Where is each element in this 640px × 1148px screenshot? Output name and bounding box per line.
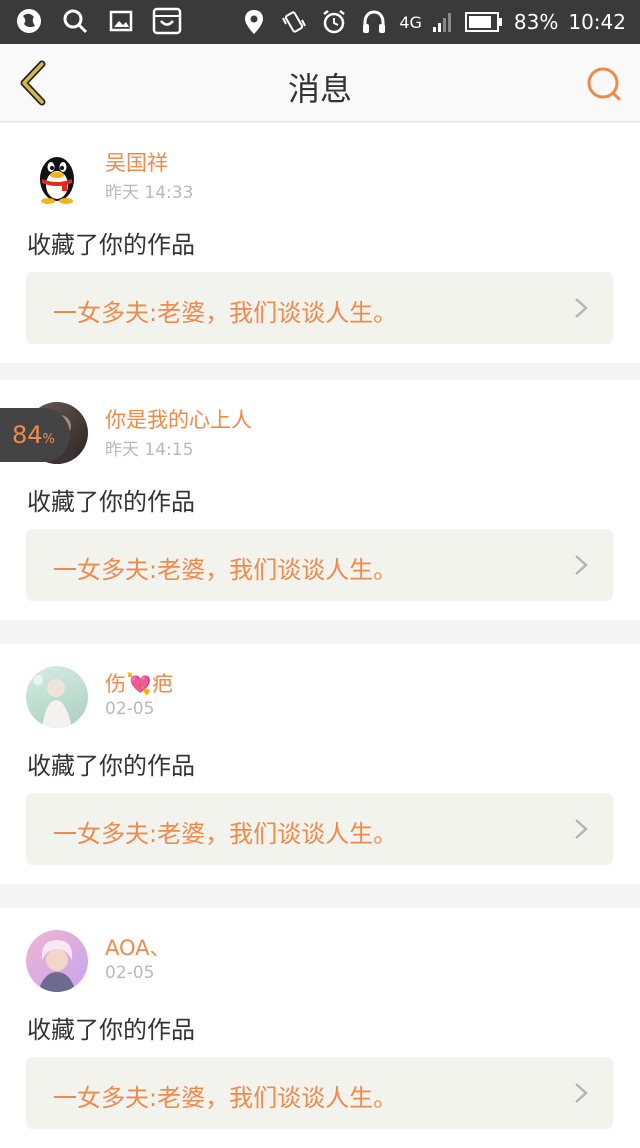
message-time: 02-05 [105, 963, 155, 983]
qq-penguin-icon [40, 157, 74, 204]
search-button[interactable] [584, 64, 624, 104]
user-name[interactable]: 你是我的心上人 [105, 404, 252, 434]
message-action: 收藏了你的作品 [27, 1016, 195, 1044]
user-name[interactable]: 吴国祥 [105, 147, 168, 177]
badge-percent-sign: % [42, 431, 55, 447]
status-bar: 4G 83% 10:42 [0, 0, 640, 44]
nav-header: 消息 [0, 44, 640, 122]
message-card: AOA、 02-05 收藏了你的作品 一女多夫:老婆，我们谈谈人生。 [0, 908, 640, 1148]
user-photo-icon [38, 940, 76, 992]
signal-icon [432, 7, 454, 37]
work-link[interactable]: 一女多夫:老婆，我们谈谈人生。 [26, 529, 613, 601]
message-time: 昨天 14:15 [105, 440, 194, 460]
badge-percent: 84 [12, 421, 43, 449]
work-title: 一女多夫:老婆，我们谈谈人生。 [53, 820, 398, 848]
message-action: 收藏了你的作品 [27, 231, 195, 259]
message-action: 收藏了你的作品 [27, 752, 195, 780]
page-title: 消息 [287, 70, 352, 108]
avatar[interactable] [26, 930, 88, 992]
floating-percent-badge[interactable]: 84% [0, 408, 70, 462]
work-link[interactable]: 一女多夫:老婆，我们谈谈人生。 [26, 272, 613, 344]
battery-icon [464, 7, 504, 37]
chevron-right-icon [575, 298, 588, 318]
chevron-right-icon [575, 555, 588, 575]
user-name[interactable]: AOA、 [105, 932, 171, 962]
search-icon [60, 6, 90, 36]
user-photo-icon [33, 675, 72, 728]
work-title: 一女多夫:老婆，我们谈谈人生。 [53, 556, 398, 584]
message-time: 02-05 [105, 699, 155, 719]
gallery-icon [106, 6, 136, 36]
search-icon [587, 67, 621, 101]
clock: 10:42 [568, 10, 626, 34]
chevron-right-icon [575, 819, 588, 839]
message-time: 昨天 14:33 [105, 183, 194, 203]
message-card: 吴国祥 昨天 14:33 收藏了你的作品 一女多夫:老婆，我们谈谈人生。 [0, 123, 640, 363]
browser-icon [14, 6, 44, 36]
avatar[interactable] [26, 666, 88, 728]
shop-icon [152, 6, 182, 36]
chevron-right-icon [575, 1083, 588, 1103]
work-title: 一女多夫:老婆，我们谈谈人生。 [53, 1084, 398, 1112]
work-link[interactable]: 一女多夫:老婆，我们谈谈人生。 [26, 793, 613, 865]
location-icon [239, 7, 269, 37]
work-link[interactable]: 一女多夫:老婆，我们谈谈人生。 [26, 1057, 613, 1129]
vibrate-icon [279, 7, 309, 37]
alarm-icon [319, 7, 349, 37]
message-card: 伤💘疤 02-05 收藏了你的作品 一女多夫:老婆，我们谈谈人生。 [0, 644, 640, 884]
battery-percent: 83% [513, 10, 559, 34]
message-card: 你是我的心上人 昨天 14:15 收藏了你的作品 一女多夫:老婆，我们谈谈人生。 [0, 380, 640, 620]
headset-icon [359, 7, 389, 37]
message-action: 收藏了你的作品 [27, 488, 195, 516]
network-label: 4G [399, 12, 422, 32]
user-name[interactable]: 伤💘疤 [105, 668, 173, 698]
avatar[interactable] [26, 145, 88, 207]
work-title: 一女多夫:老婆，我们谈谈人生。 [53, 299, 398, 327]
